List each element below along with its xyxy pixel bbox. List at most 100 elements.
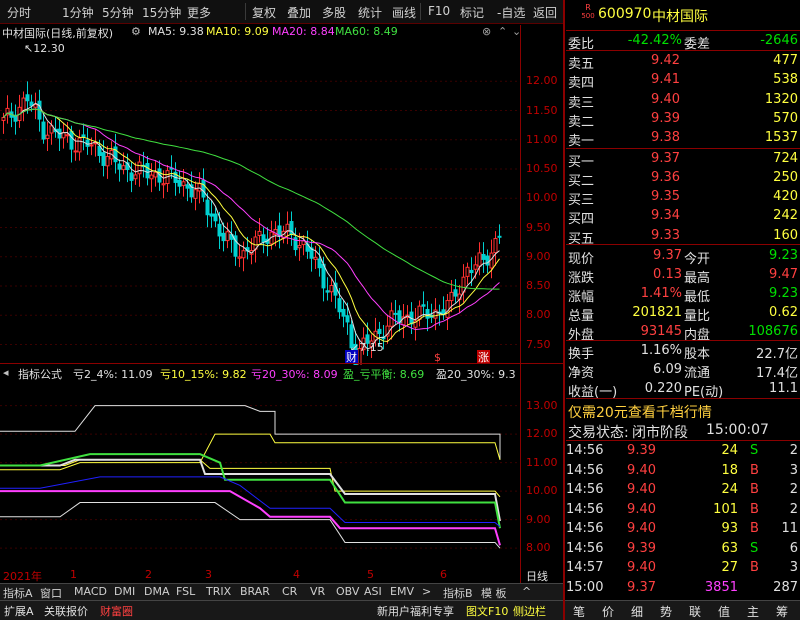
- indicator-tab-15[interactable]: 模 板: [481, 585, 507, 601]
- candle-body: [117, 163, 122, 170]
- candle-body: [241, 250, 246, 259]
- indicator-tab-1[interactable]: 窗口: [40, 585, 62, 601]
- side-nav-2[interactable]: 细: [631, 603, 643, 620]
- buy-row[interactable]: 买五 9.33 160: [566, 226, 800, 247]
- indicator-tick-label: 9.00: [526, 512, 551, 526]
- toolbar-item-7[interactable]: 多股: [322, 4, 346, 21]
- bottom-left-item-2[interactable]: 财富圈: [100, 603, 133, 619]
- sell-row[interactable]: 卖二 9.39 570: [566, 109, 800, 130]
- candle-body: [473, 264, 478, 270]
- side-nav-6[interactable]: 主: [747, 603, 759, 620]
- weibi-value: -42.42%: [627, 33, 682, 48]
- buy-row[interactable]: 买一 9.37 724: [566, 149, 800, 170]
- price-tick-label: 11.50: [526, 103, 558, 117]
- panel-divider: [563, 0, 565, 620]
- indicator-collapse-icon[interactable]: ◂: [3, 366, 9, 379]
- sell-row[interactable]: 卖一 9.38 1537: [566, 128, 800, 150]
- toolbar-item-12[interactable]: -自选: [497, 4, 525, 21]
- price-tick-label: 8.00: [526, 308, 551, 322]
- indicator-tab-13[interactable]: >: [422, 585, 431, 598]
- level-label: 卖四: [568, 76, 595, 92]
- candle-body: [65, 134, 70, 137]
- level-label: 卖一: [568, 134, 595, 150]
- tick-row: 14:56 9.39 63 S 6: [566, 540, 798, 556]
- buy-row[interactable]: 买三 9.35 420: [566, 187, 800, 208]
- candle-body: [121, 165, 126, 171]
- candle-body: [77, 137, 82, 153]
- indicator-tab-10[interactable]: OBV: [336, 585, 359, 598]
- candle-body: [161, 183, 166, 186]
- price-tick-label: 10.50: [526, 162, 558, 175]
- indicator-tab-7[interactable]: BRAR: [240, 585, 270, 598]
- indicator-tab-14[interactable]: 指标B: [443, 585, 473, 601]
- toolbar-item-9[interactable]: 画线: [392, 4, 416, 21]
- indicator-tab-12[interactable]: EMV: [390, 585, 414, 598]
- bottom-right-item-0[interactable]: 新用户福利专享: [377, 603, 454, 619]
- time-axis: 2021年 1 2 3 4 5 6 日线: [0, 568, 563, 584]
- ma-label-3: MA60: 8.49: [335, 25, 398, 38]
- chart-title-bar: 中材国际(日线,前复权) ⚙ MA5: 9.38 MA10: 9.09 MA20…: [0, 25, 521, 40]
- side-nav-4[interactable]: 联: [689, 603, 701, 620]
- settings-icon[interactable]: ⚙: [131, 25, 141, 38]
- buy-row[interactable]: 买四 9.34 242: [566, 206, 800, 227]
- indicator-tab-2[interactable]: MACD: [74, 585, 107, 598]
- candle-body: [205, 199, 210, 216]
- toolbar-item-6[interactable]: 叠加: [287, 4, 311, 21]
- side-nav-5[interactable]: 值: [718, 603, 730, 620]
- period-label[interactable]: 日线: [526, 568, 548, 584]
- side-nav-0[interactable]: 笔: [573, 603, 585, 620]
- side-nav-1[interactable]: 价: [602, 603, 614, 620]
- quote-row: 总量 201821 量比 0.62: [568, 305, 798, 324]
- toolbar-item-1[interactable]: 1分钟: [62, 4, 94, 21]
- close-chart-icon[interactable]: ⊗: [482, 25, 491, 38]
- promo-banner[interactable]: 仅需20元查看千档行情: [566, 400, 800, 421]
- sell-row[interactable]: 卖四 9.41 538: [566, 70, 800, 92]
- candle-body: [445, 300, 450, 318]
- indicator-tab-6[interactable]: TRIX: [206, 585, 231, 598]
- candle-body: [481, 253, 486, 260]
- indicator-tab-3[interactable]: DMI: [114, 585, 135, 598]
- bottom-right-item-1[interactable]: 图文F10: [466, 603, 508, 619]
- indicator-tab-0[interactable]: 指标A: [3, 585, 33, 601]
- toolbar-item-10[interactable]: F10: [428, 4, 450, 18]
- bottom-left-item-1[interactable]: 关联报价: [44, 603, 88, 619]
- indicator-tab-11[interactable]: ASI: [364, 585, 382, 598]
- bottom-right-item-2[interactable]: 侧边栏: [513, 603, 546, 619]
- side-nav-7[interactable]: 筹: [776, 603, 788, 620]
- toolbar-item-5[interactable]: 复权: [252, 4, 276, 21]
- buy-row[interactable]: 买二 9.36 250: [566, 168, 800, 189]
- candle-body: [129, 172, 134, 181]
- candlestick-chart[interactable]: ↖12.30↙7.15财 $ 涨: [0, 40, 520, 365]
- sell-row[interactable]: 卖五 9.42 477: [566, 51, 800, 72]
- indicator-chart[interactable]: [0, 380, 520, 567]
- indicator-tab-4[interactable]: DMA: [144, 585, 170, 598]
- chevron-up-icon[interactable]: ⌃: [498, 25, 507, 38]
- weicha-value: -2646: [760, 33, 798, 48]
- tick-row: 14:56 9.40 101 B 2: [566, 501, 798, 517]
- toolbar-item-4[interactable]: 更多: [187, 4, 211, 21]
- toolbar-item-3[interactable]: 15分钟: [142, 4, 181, 21]
- candle-body: [449, 291, 454, 302]
- event-marker-label: 财: [346, 350, 357, 364]
- indicator-tab-8[interactable]: CR: [282, 585, 297, 598]
- toolbar-item-8[interactable]: 统计: [358, 4, 382, 21]
- level-volume: 1537: [764, 130, 798, 146]
- side-nav-3[interactable]: 势: [660, 603, 672, 620]
- candle-body: [201, 179, 206, 198]
- sell-row[interactable]: 卖三 9.40 1320: [566, 90, 800, 111]
- indicator-tab-5[interactable]: FSL: [176, 585, 195, 598]
- indicator-tab-9[interactable]: VR: [310, 585, 325, 598]
- indicator-tab-16[interactable]: ^: [522, 585, 531, 598]
- indicator-tabs: 指标A 窗口 MACD DMI DMA FSL TRIX BRAR CR VR OBV ASI EMV >…: [0, 583, 563, 600]
- level-price: 9.38: [651, 130, 680, 146]
- toolbar-item-13[interactable]: 返回: [533, 4, 557, 21]
- time-axis-label: 6: [440, 568, 447, 581]
- toolbar-item-0[interactable]: 分时: [7, 4, 31, 21]
- level-price: 9.36: [651, 169, 680, 185]
- toolbar-item-11[interactable]: 标记: [460, 4, 484, 21]
- tick-row: 15:00 9.37 3851 287: [566, 579, 798, 595]
- level-price: 9.39: [651, 110, 680, 126]
- level-label: 卖二: [568, 114, 595, 130]
- toolbar-item-2[interactable]: 5分钟: [102, 4, 134, 21]
- bottom-left-item-0[interactable]: 扩展A: [4, 603, 34, 619]
